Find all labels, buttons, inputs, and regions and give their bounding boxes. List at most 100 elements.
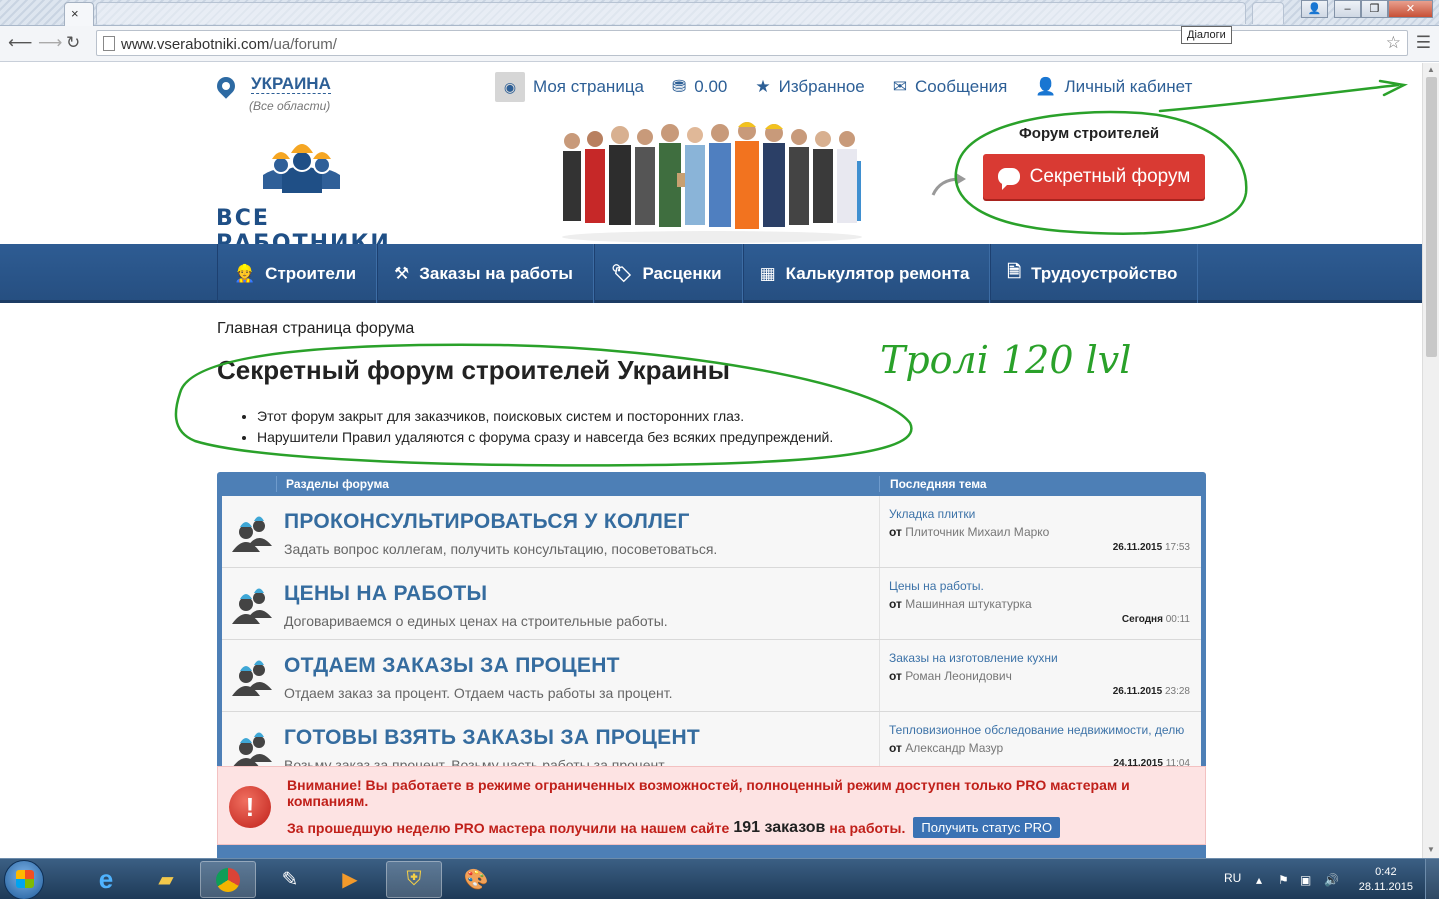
chrome-menu-icon[interactable]: ☰ — [1416, 33, 1431, 53]
tooltip: Діалоги — [1181, 26, 1232, 44]
star-icon: ★ — [755, 77, 771, 96]
my-page-label: Моя страница — [533, 77, 645, 96]
messages-link[interactable]: ✉ Сообщения — [893, 77, 1008, 97]
page-scrollbar[interactable]: ▲ ▼ — [1422, 63, 1439, 858]
tab-close-icon[interactable]: × — [71, 6, 79, 21]
app-icon: ✎ — [281, 869, 299, 891]
forum-row-title[interactable]: ЦЕНЫ НА РАБОТЫ — [284, 582, 487, 606]
taskbar-media[interactable]: ▶ — [322, 861, 378, 898]
last-topic-author: от Плиточник Михаил Марко — [889, 525, 1050, 539]
breadcrumb[interactable]: Главная страница форума — [217, 320, 414, 338]
forward-icon[interactable]: ⟶ — [38, 33, 62, 53]
page-title: Секретный форум строителей Украины — [217, 355, 730, 385]
last-topic-link[interactable]: Цены на работы. — [889, 579, 1191, 593]
rule-item: Этот форум закрыт для заказчиков, поиско… — [257, 406, 833, 427]
page-viewport: УКРАИНА (Все области) ◉ Моя страница ⛃ 0… — [0, 63, 1422, 858]
new-tab-button[interactable] — [1252, 2, 1284, 24]
language-indicator[interactable]: RU — [1224, 871, 1241, 885]
get-pro-button[interactable]: Получить статус PRO — [913, 817, 1061, 838]
taskbar-paint[interactable]: 🎨 — [448, 861, 504, 898]
secret-forum-button[interactable]: Секретный форум — [983, 154, 1205, 199]
last-topic-link[interactable]: Тепловизионное обследование недвижимости… — [889, 723, 1191, 737]
last-topic-link[interactable]: Заказы на изготовление кухни — [889, 651, 1191, 665]
url-text[interactable]: www.vserabotniki.com/ua/forum/ — [121, 36, 337, 53]
calculator-icon: ▦ — [759, 263, 776, 283]
my-page-link[interactable]: ◉ Моя страница — [495, 72, 644, 102]
taskbar-explorer[interactable]: ▰ — [138, 861, 194, 898]
ie-icon: e — [98, 864, 114, 894]
region-selector[interactable]: УКРАИНА — [251, 74, 331, 94]
network-icon[interactable]: ▣ — [1300, 873, 1311, 887]
cabinet-label: Личный кабинет — [1064, 77, 1193, 96]
messages-label: Сообщения — [915, 77, 1008, 96]
clock-date: 28.11.2015 — [1358, 881, 1413, 893]
forum-users-icon — [232, 588, 272, 624]
scroll-up-icon[interactable]: ▲ — [1427, 65, 1435, 74]
pointer-arrow-icon — [931, 173, 966, 196]
forum-table-header: Разделы форума Последняя тема — [222, 472, 1201, 496]
envelope-icon: ✉ — [892, 77, 908, 96]
windows-taskbar: e ▰ ✎ ▶ ⛨ 🎨 RU ▴ ⚑ ▣ 🔊 0:42 28.11.2015 — [0, 858, 1439, 899]
nav-orders-label: Заказы на работы — [419, 263, 573, 283]
taskbar-app4[interactable]: ✎ — [262, 861, 318, 898]
forum-row[interactable]: ОТДАЕМ ЗАКАЗЫ ЗА ПРОЦЕНТ Отдаем заказ за… — [222, 640, 1201, 712]
paint-icon: 🎨 — [463, 869, 489, 891]
forum-row[interactable]: ПРОКОНСУЛЬТИРОВАТЬСЯ У КОЛЛЕГ Задать воп… — [222, 496, 1201, 568]
volume-icon[interactable]: 🔊 — [1324, 873, 1339, 887]
favorites-link[interactable]: ★ Избранное — [755, 77, 864, 97]
cabinet-link[interactable]: 👤 Личный кабинет — [1035, 77, 1192, 97]
balance-link[interactable]: ⛃ 0.00 — [672, 77, 727, 97]
tray-expand-icon[interactable]: ▴ — [1256, 873, 1262, 887]
reload-icon[interactable]: ↻ — [66, 33, 80, 53]
builder-icon: 👷 — [234, 263, 256, 283]
nav-builders-label: Строители — [265, 263, 357, 283]
profile-icon[interactable]: 👤 — [1301, 0, 1328, 18]
document-icon: 🗎 — [1007, 262, 1022, 281]
close-window-icon[interactable]: ✕ — [1388, 0, 1433, 18]
forum-row-desc: Договариваемся о единых ценах на строите… — [284, 613, 668, 629]
workers-logo-icon — [263, 144, 340, 193]
nav-orders[interactable]: ⚒ Заказы на работы — [377, 244, 594, 303]
back-icon[interactable]: ⟵ — [8, 33, 32, 53]
taskbar-ie[interactable]: e — [78, 861, 134, 898]
forum-row-title[interactable]: ОТДАЕМ ЗАКАЗЫ ЗА ПРОЦЕНТ — [284, 654, 620, 678]
scroll-thumb[interactable] — [1426, 77, 1437, 357]
bookmark-star-icon[interactable]: ☆ — [1386, 33, 1401, 53]
last-topic-date: 26.11.2015 17:53 — [1112, 542, 1190, 553]
top-menu: ◉ Моя страница ⛃ 0.00 ★ Избранное ✉ Сооб… — [495, 72, 1192, 102]
pro-warning-banner: ! Внимание! Вы работаете в режиме ограни… — [217, 766, 1206, 845]
forum-row-desc: Задать вопрос коллегам, получить консуль… — [284, 541, 718, 557]
action-center-icon[interactable]: ⚑ — [1278, 873, 1289, 887]
balance-value: 0.00 — [694, 77, 728, 96]
hammer-icon: ⚒ — [394, 263, 410, 283]
forum-row-title[interactable]: ГОТОВЫ ВЗЯТЬ ЗАКАЗЫ ЗА ПРОЦЕНТ — [284, 726, 700, 750]
nav-employment-label: Трудоустройство — [1031, 263, 1178, 283]
start-button[interactable] — [4, 860, 44, 899]
site-logo[interactable]: ВСЕ РАБОТНИКИ — [216, 133, 426, 256]
forum-rules: Этот форум закрыт для заказчиков, поиско… — [257, 406, 833, 448]
folder-icon: ▰ — [158, 869, 174, 891]
active-tab[interactable]: × — [64, 2, 94, 26]
taskbar-chrome[interactable] — [200, 861, 256, 898]
nav-calculator-label: Калькулятор ремонта — [785, 263, 970, 283]
last-topic-link[interactable]: Укладка плитки — [889, 507, 1191, 521]
nav-builders[interactable]: 👷 Строители — [217, 244, 378, 303]
taskbar-security[interactable]: ⛨ — [386, 861, 442, 898]
forum-row[interactable]: ЦЕНЫ НА РАБОТЫ Договариваемся о единых ц… — [222, 568, 1201, 640]
forum-users-icon — [232, 660, 272, 696]
alert-icon: ! — [229, 786, 271, 828]
window-controls: 👤 – ❐ ✕ — [1301, 0, 1433, 18]
workers-banner-image — [562, 122, 862, 243]
warning-text: Внимание! Вы работаете в режиме ограниче… — [287, 777, 1130, 809]
nav-prices[interactable]: 🏷 Расценки — [593, 244, 743, 303]
minimize-icon[interactable]: – — [1334, 0, 1361, 18]
maximize-icon[interactable]: ❐ — [1361, 0, 1388, 18]
warning-stats: За прошедшую неделю PRO мастера получили… — [287, 817, 1061, 838]
nav-calculator[interactable]: ▦ Калькулятор ремонта — [742, 244, 991, 303]
forum-row-title[interactable]: ПРОКОНСУЛЬТИРОВАТЬСЯ У КОЛЛЕГ — [284, 510, 690, 534]
scroll-down-icon[interactable]: ▼ — [1427, 845, 1435, 854]
clock[interactable]: 0:42 28.11.2015 — [1359, 865, 1413, 895]
show-desktop-button[interactable] — [1425, 859, 1439, 899]
secret-forum-label: Секретный форум — [1029, 165, 1191, 187]
nav-employment[interactable]: 🗎 Трудоустройство — [990, 244, 1199, 303]
